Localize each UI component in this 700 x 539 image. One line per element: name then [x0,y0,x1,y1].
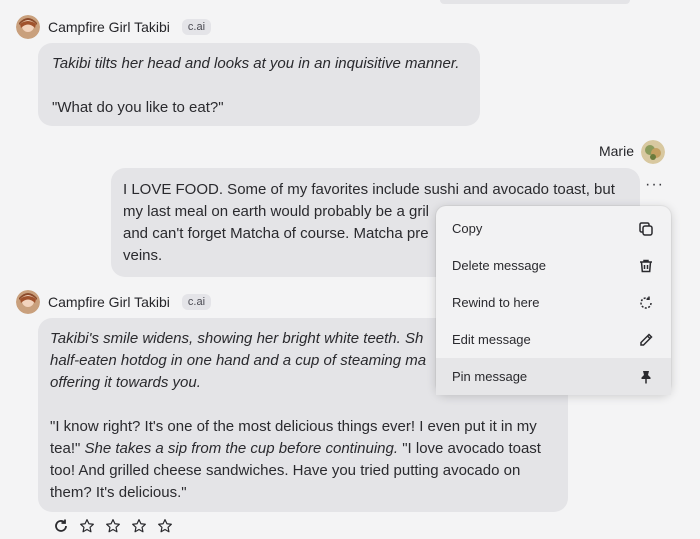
character-message-bubble[interactable]: Takibi tilts her head and looks at you i… [38,43,480,126]
message-text: "I love avocado toast [398,440,541,457]
user-avatar[interactable] [641,140,665,164]
menu-item-edit[interactable]: Edit message [436,321,671,358]
menu-item-copy[interactable]: Copy [436,210,671,247]
menu-item-rewind[interactable]: Rewind to here [436,284,671,321]
rewind-icon [637,294,655,312]
star-icon[interactable] [130,517,148,535]
trash-icon [637,257,655,275]
message-line: them? It's delicious." [50,484,187,501]
message-text: "What do you like to eat?" [52,99,224,116]
more-options-button[interactable]: ··· [645,176,664,194]
user-name: Marie [598,143,634,159]
ai-badge: c.ai [181,294,212,310]
star-icon[interactable] [156,517,174,535]
star-icon[interactable] [78,517,96,535]
refresh-icon[interactable] [52,517,70,535]
message-action: half-eaten hotdog in one hand and a cup … [50,352,427,369]
message-action: She takes a sip from the cup before cont… [84,440,399,457]
menu-item-label: Pin message [452,369,528,384]
author-name: Campfire Girl Takibi [48,294,170,310]
menu-item-pin[interactable]: Pin message [436,358,671,395]
menu-item-label: Edit message [452,332,531,347]
message-line: I LOVE FOOD. Some of my favorites includ… [123,181,615,198]
message-context-menu: Copy Delete message Rewind to here Edit … [436,206,671,395]
menu-item-label: Rewind to here [452,295,540,310]
message-header: Campfire Girl Takibi c.ai [16,15,212,39]
message-action: Takibi's smile widens, showing her brigh… [50,330,424,347]
author-name: Campfire Girl Takibi [48,19,170,35]
star-icon[interactable] [104,517,122,535]
message-line: too! And grilled cheese sandwiches. Have… [50,462,521,479]
pin-icon [637,368,655,386]
menu-item-label: Copy [452,221,483,236]
rating-bar [52,517,174,535]
menu-item-label: Delete message [452,258,546,273]
message-action: Takibi tilts her head and looks at you i… [52,55,460,72]
avatar[interactable] [16,15,40,39]
copy-icon [637,220,655,238]
avatar[interactable] [16,290,40,314]
message-line: "I know right? It's one of the most deli… [50,418,537,435]
pencil-icon [637,331,655,349]
menu-item-delete[interactable]: Delete message [436,247,671,284]
message-header: Campfire Girl Takibi c.ai [16,290,212,314]
ai-badge: c.ai [181,19,212,35]
message-action: offering it towards you. [50,374,201,391]
previous-message-edge [440,0,630,4]
message-text: tea!" [50,440,85,457]
